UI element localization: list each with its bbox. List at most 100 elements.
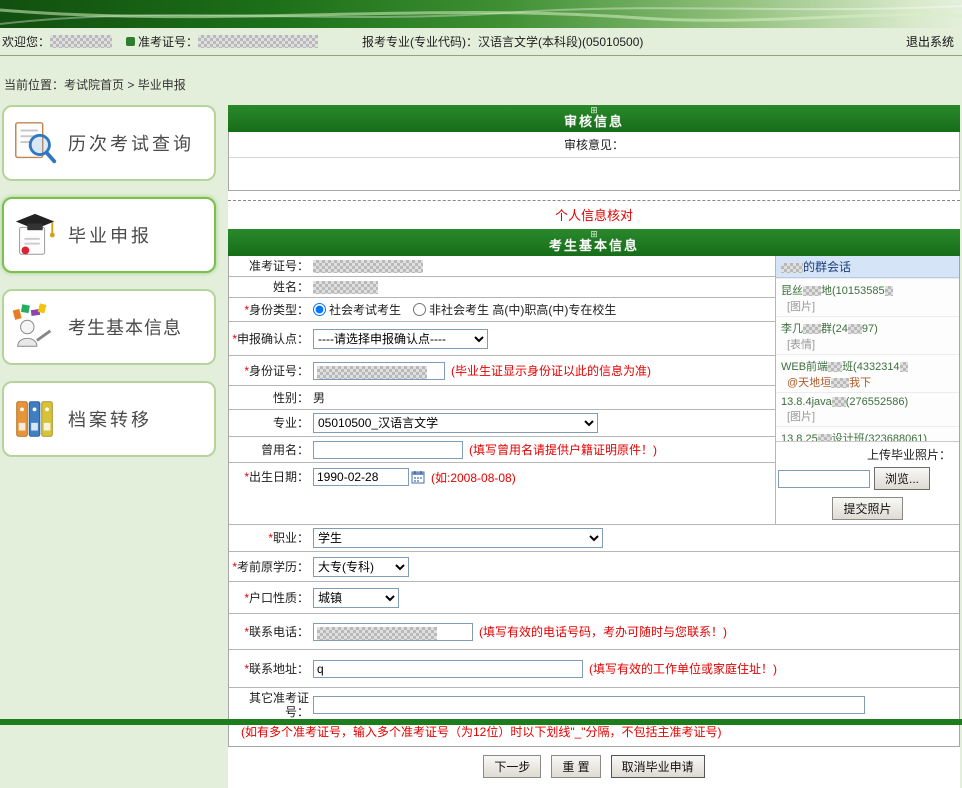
occupation-select[interactable]: 学生	[313, 528, 603, 548]
photo-file-path-input[interactable]	[778, 470, 870, 488]
sidebar-item-archive-transfer[interactable]: 档案转移	[2, 381, 216, 457]
id-number-label: *身份证号：	[229, 364, 309, 378]
phone-hint: (填写有效的电话号码，考办可随时与您联系！)	[479, 623, 727, 640]
major-label: 专业：	[229, 416, 309, 430]
welcome-label: 欢迎您：	[2, 33, 50, 50]
redacted	[885, 286, 893, 296]
logout-link[interactable]: 退出系统	[906, 33, 954, 50]
sidebar-item-basic-info[interactable]: 考生基本信息	[2, 289, 216, 365]
radio-non-social-candidate[interactable]: 非社会考生 高(中)职高(中)专在校生	[413, 301, 616, 318]
row-identity-type: *身份类型： 社会考试考生 非社会考生 高(中)职高(中)专在校生	[229, 298, 775, 322]
birth-date-hint: (如:2008-08-08)	[431, 469, 516, 486]
main-content: ⊞ 审核信息 审核意见： 个人信息核对 ⊞ 考生基本信息 准考证号：	[228, 105, 960, 788]
file-picker-row: 浏览...	[776, 465, 959, 492]
personal-info-check-title: 个人信息核对	[228, 201, 960, 229]
exam-id-label: 准考证号：	[229, 259, 309, 273]
review-info-title: 审核信息	[564, 114, 624, 129]
browse-button[interactable]: 浏览...	[874, 467, 930, 490]
birth-date-input[interactable]	[313, 468, 409, 486]
prior-education-label: *考前原学历：	[229, 560, 309, 574]
phone-label: *联系电话：	[229, 625, 309, 639]
submit-photo-button[interactable]: 提交照片	[832, 497, 902, 520]
bullet-icon	[126, 37, 135, 46]
person-chart-icon	[10, 302, 60, 352]
major-info: 报考专业(专业代码)：汉语言文学(本科段)(05010500)	[362, 33, 643, 50]
banner-waves-decoration	[0, 0, 962, 28]
chat-window-title: 的群会话	[776, 256, 959, 278]
social-candidate-radio[interactable]	[313, 303, 326, 316]
chat-item: 13.8.25设计班(323688061)	[776, 426, 959, 442]
gender-label: 性别：	[229, 391, 309, 405]
former-name-input[interactable]	[313, 441, 463, 459]
breadcrumb-home-link[interactable]: 考试院首页	[64, 78, 124, 92]
redacted-id-number	[317, 366, 427, 379]
row-gender: 性别： 男	[229, 386, 775, 410]
row-occupation: *职业： 学生	[229, 525, 959, 552]
sidebar-item-label: 毕业申报	[68, 222, 152, 248]
photo-upload-panel: 的群会话 昆丝地(10153585 [图片] 李几群(2497) [表情] WE…	[775, 256, 959, 524]
prior-education-select[interactable]: 大专(专科)	[313, 557, 409, 577]
redacted-username	[50, 35, 112, 48]
photo-preview-image: 的群会话 昆丝地(10153585 [图片] 李几群(2497) [表情] WE…	[776, 256, 959, 442]
id-number-hint: (毕业生证显示身份证以此的信息为准)	[451, 362, 651, 379]
former-name-hint: (填写曾用名请提供户籍证明原件！)	[469, 441, 657, 458]
other-exam-ids-hint: (如有多个准考证号，输入多个准考证号（为12位）时以下划线"_"分隔，不包括主准…	[229, 722, 959, 746]
address-label: *联系地址：	[229, 662, 309, 676]
calendar-icon[interactable]	[411, 470, 425, 484]
redacted-exam-id-value	[313, 260, 423, 273]
redacted	[803, 324, 821, 334]
redacted	[818, 434, 832, 442]
next-step-button[interactable]: 下一步	[483, 755, 541, 778]
address-input[interactable]	[313, 660, 583, 678]
sidebar-item-exam-history[interactable]: 历次考试查询	[2, 105, 216, 181]
non-social-candidate-radio[interactable]	[413, 303, 426, 316]
reset-button[interactable]: 重 置	[551, 755, 600, 778]
chat-item: 李几群(2497) [表情]	[776, 316, 959, 354]
row-phone: *联系电话： (填写有效的电话号码，考办可随时与您联系！)	[229, 614, 959, 650]
sidebar-item-graduation-apply[interactable]: 毕业申报	[2, 197, 216, 273]
submit-photo-row: 提交照片	[776, 492, 959, 524]
review-info-header: ⊞ 审核信息	[228, 105, 960, 132]
major-select[interactable]: 05010500_汉语言文学	[313, 413, 598, 433]
chat-item: 13.8.4java(276552586) [图片]	[776, 392, 959, 426]
review-box: 审核意见：	[228, 132, 960, 191]
search-document-icon	[10, 118, 60, 168]
top-banner	[0, 0, 962, 28]
radio-social-candidate[interactable]: 社会考试考生	[313, 301, 401, 318]
redacted	[900, 362, 908, 372]
review-opinion-content	[229, 158, 959, 190]
account-info-bar: 欢迎您： 准考证号： 报考专业(专业代码)：汉语言文学(本科段)(0501050…	[0, 28, 962, 56]
file-binders-icon	[10, 394, 60, 444]
row-confirm-point: *申报确认点： ----请选择申报确认点----	[229, 322, 775, 356]
confirm-point-label: *申报确认点：	[229, 332, 309, 346]
radio-label: 非社会考生 高(中)职高(中)专在校生	[429, 301, 616, 318]
row-major: 专业： 05010500_汉语言文学	[229, 410, 775, 437]
sidebar-item-label: 考生基本信息	[68, 314, 182, 340]
redacted	[803, 286, 821, 296]
other-exam-ids-label: 其它准考证号：	[229, 691, 309, 719]
confirm-point-select[interactable]: ----请选择申报确认点----	[313, 329, 488, 349]
former-name-label: 曾用名：	[229, 443, 309, 457]
birth-date-label: *出生日期：	[229, 470, 309, 484]
breadcrumb-separator: >	[124, 78, 138, 92]
chat-item: 昆丝地(10153585 [图片]	[776, 278, 959, 316]
redacted	[781, 263, 803, 273]
cancel-graduation-button[interactable]: 取消毕业申请	[611, 755, 705, 778]
row-id-number: *身份证号： (毕业生证显示身份证以此的信息为准)	[229, 356, 775, 386]
row-birth-date: *出生日期： (如:2008-08-08)	[229, 463, 775, 491]
chat-item: WEB前端班(4332314 @天地垣我下	[776, 354, 959, 392]
review-opinion-label: 审核意见：	[229, 132, 959, 158]
row-exam-id: 准考证号：	[229, 256, 775, 277]
household-type-select[interactable]: 城镇	[313, 588, 399, 608]
household-type-label: *户口性质：	[229, 591, 309, 605]
other-exam-ids-input[interactable]	[313, 696, 865, 714]
footer-strip	[0, 719, 962, 725]
sidebar: 历次考试查询 毕业申报	[2, 105, 216, 473]
breadcrumb: 当前位置：考试院首页 > 毕业申报	[0, 56, 962, 93]
occupation-label: *职业：	[229, 531, 309, 545]
row-household-type: *户口性质： 城镇	[229, 582, 959, 614]
gender-value: 男	[313, 389, 325, 406]
row-former-name: 曾用名： (填写曾用名请提供户籍证明原件！)	[229, 437, 775, 463]
upload-photo-label: 上传毕业照片：	[776, 442, 959, 465]
radio-label: 社会考试考生	[329, 301, 401, 318]
